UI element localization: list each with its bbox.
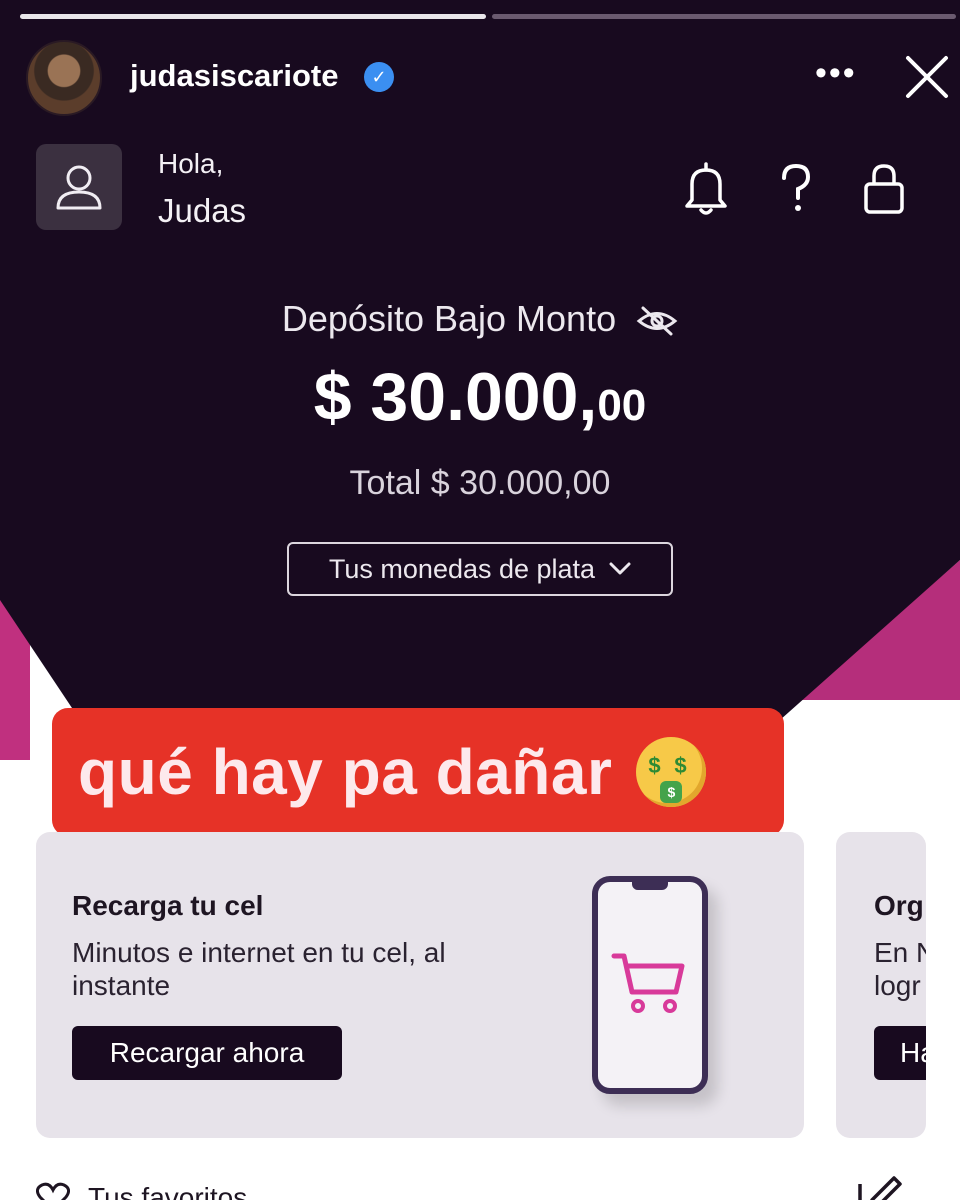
story-progress-bar-1 bbox=[20, 14, 486, 19]
profile-button[interactable] bbox=[36, 144, 122, 230]
money-mouth-face-icon: $ $ $ bbox=[636, 737, 707, 807]
balance-cents: 00 bbox=[597, 381, 647, 430]
total-balance: Total $ 30.000,00 bbox=[349, 464, 611, 502]
account-name: Depósito Bajo Monto bbox=[281, 298, 617, 339]
currency-selector[interactable]: Tus monedas de plata bbox=[287, 542, 673, 596]
avatar[interactable] bbox=[26, 40, 102, 116]
balance-main: $ 30.000, bbox=[313, 359, 598, 435]
bell-icon[interactable] bbox=[678, 158, 734, 218]
recharge-now-button[interactable]: Recargar ahora bbox=[72, 1026, 342, 1080]
promo-card-partial[interactable]: Org En N logr Ha bbox=[836, 832, 926, 1138]
help-icon[interactable] bbox=[768, 158, 824, 218]
close-icon[interactable] bbox=[902, 52, 952, 102]
story-progress-bar-2 bbox=[492, 14, 956, 19]
favorites-label: Tus favoritos bbox=[88, 1182, 248, 1200]
more-options-button[interactable]: ••• bbox=[815, 56, 857, 90]
eye-off-icon[interactable] bbox=[636, 304, 678, 338]
user-name: Judas bbox=[158, 192, 247, 229]
card-title: Org bbox=[874, 890, 924, 921]
story-username[interactable]: judasiscariote bbox=[130, 58, 338, 94]
story-text-sticker: qué hay pa dañar $ $ $ bbox=[52, 708, 784, 836]
verified-badge-icon: ✓ bbox=[364, 62, 394, 92]
greeting-text: Hola, bbox=[158, 148, 224, 179]
phone-illustration bbox=[592, 876, 708, 1094]
promo-card-recarga[interactable]: Recarga tu cel Minutos e internet en tu … bbox=[36, 832, 804, 1138]
favorites-row[interactable]: Tus favoritos bbox=[36, 1176, 936, 1200]
card-action-button[interactable]: Ha bbox=[874, 1026, 926, 1080]
lock-icon[interactable] bbox=[856, 158, 912, 218]
account-label: Depósito Bajo Monto bbox=[0, 298, 960, 340]
card-title: Recarga tu cel bbox=[72, 890, 264, 921]
currency-selector-label: Tus monedas de plata bbox=[328, 553, 596, 584]
chevron-down-icon bbox=[609, 562, 631, 575]
sticker-text: qué hay pa dañar bbox=[78, 736, 613, 808]
card-description: Minutos e internet en tu cel, al instant… bbox=[72, 937, 446, 1001]
balance-amount: $ 30.000,00 bbox=[0, 358, 960, 436]
heart-icon bbox=[36, 1182, 70, 1200]
card-description: En N logr bbox=[874, 937, 926, 1001]
user-icon bbox=[56, 165, 102, 210]
edit-icon[interactable] bbox=[854, 1174, 904, 1200]
shopping-cart-icon bbox=[611, 953, 685, 1013]
